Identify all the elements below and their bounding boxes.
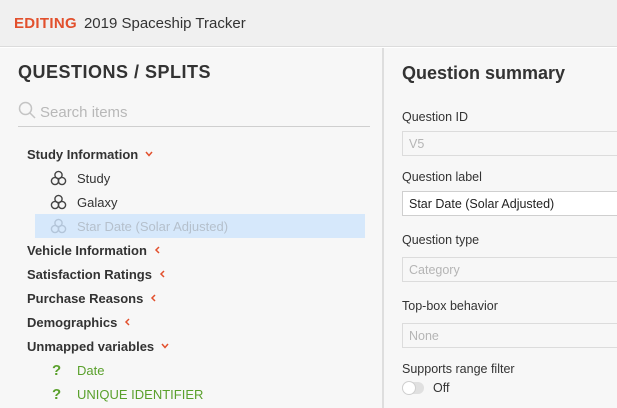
item-label: Star Date (Solar Adjusted): [77, 218, 229, 234]
item-label: Date: [77, 362, 105, 378]
circles-icon: [50, 218, 67, 233]
group-label: Study Information: [27, 146, 139, 162]
group-label: Demographics: [27, 314, 118, 330]
item-label: Study: [77, 170, 111, 186]
search-box[interactable]: [18, 100, 370, 127]
group-demographics[interactable]: Demographics: [0, 310, 382, 334]
question-type-field[interactable]: Category: [402, 257, 617, 282]
question-label-value: Star Date (Solar Adjusted): [409, 196, 555, 211]
search-input[interactable]: [40, 100, 360, 124]
top-bar: EDITING 2019 Spaceship Tracker: [0, 0, 617, 47]
toggle-knob: [402, 381, 416, 395]
item-label: UNIQUE IDENTIFIER: [77, 386, 204, 402]
item-label: Galaxy: [77, 194, 118, 210]
group-unmapped-variables[interactable]: Unmapped variables: [0, 334, 382, 358]
group-satisfaction-ratings[interactable]: Satisfaction Ratings: [0, 262, 382, 286]
range-filter-state: Off: [433, 381, 450, 395]
group-label: Vehicle Information: [27, 242, 147, 258]
chevron-left-icon: [125, 318, 130, 326]
group-vehicle-information[interactable]: Vehicle Information: [0, 238, 382, 262]
list-item-unique-identifier[interactable]: ? UNIQUE IDENTIFIER: [0, 382, 365, 406]
group-label: Satisfaction Ratings: [27, 266, 152, 282]
search-icon: [18, 101, 36, 119]
range-filter-toggle[interactable]: [402, 381, 424, 395]
list-item-date[interactable]: ? Date: [0, 358, 365, 382]
chevron-down-icon: [161, 343, 169, 349]
question-tree: Study Information Study Galaxy Star Date…: [0, 142, 382, 406]
group-label: Unmapped variables: [27, 338, 155, 354]
chevron-down-icon: [145, 151, 153, 157]
panel-title: QUESTIONS / SPLITS: [18, 62, 212, 82]
question-label-field[interactable]: Star Date (Solar Adjusted): [402, 191, 617, 216]
list-item-star-date[interactable]: Star Date (Solar Adjusted): [35, 214, 365, 238]
question-label-label: Question label: [402, 170, 482, 184]
list-item-study[interactable]: Study: [0, 166, 365, 190]
group-study-information[interactable]: Study Information: [0, 142, 382, 166]
questions-panel: QUESTIONS / SPLITS Study Information Stu…: [0, 48, 382, 408]
question-type-label: Question type: [402, 233, 480, 247]
project-title: 2019 Spaceship Tracker: [83, 14, 246, 32]
circles-icon: [50, 170, 67, 185]
editing-label: EDITING: [14, 14, 77, 32]
chevron-left-icon: [159, 270, 165, 278]
question-id-label: Question ID: [402, 110, 469, 124]
topbox-label: Top-box behavior: [402, 299, 498, 313]
question-mark-icon: ?: [52, 385, 62, 403]
topbox-field[interactable]: None: [402, 323, 617, 348]
circles-icon: [50, 194, 67, 209]
range-filter-label: Supports range filter: [402, 362, 515, 376]
group-purchase-reasons[interactable]: Purchase Reasons: [0, 286, 382, 310]
list-item-galaxy[interactable]: Galaxy: [0, 190, 365, 214]
question-type-value: Category: [409, 262, 460, 277]
question-id-field: V5: [402, 131, 617, 156]
question-id-value: V5: [409, 136, 425, 151]
question-summary-panel: Question summary Question ID V5 Question…: [384, 48, 617, 408]
group-label: Purchase Reasons: [27, 290, 144, 306]
question-mark-icon: ?: [52, 361, 62, 379]
chevron-left-icon: [151, 294, 156, 302]
topbox-value: None: [409, 328, 439, 343]
summary-title: Question summary: [402, 63, 566, 83]
chevron-left-icon: [154, 246, 160, 254]
